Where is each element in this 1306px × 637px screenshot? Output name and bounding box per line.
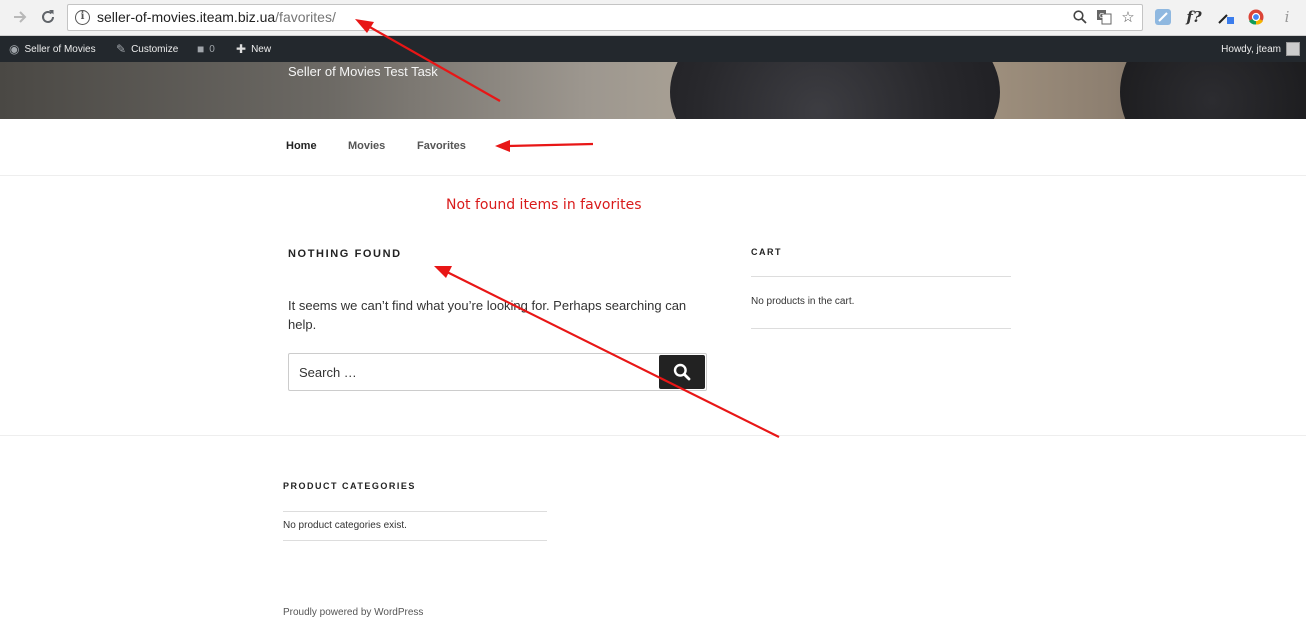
comments-count: 0 <box>209 43 215 55</box>
menu-item-movies[interactable]: Movies <box>348 140 385 152</box>
info-italic-icon[interactable]: i <box>1276 6 1298 28</box>
browser-toolbar: i seller-of-movies.iteam.biz.ua/favorite… <box>0 0 1306 36</box>
magnifier-icon[interactable] <box>1072 8 1088 26</box>
site-description: Seller of Movies Test Task <box>288 64 438 79</box>
url-path: /favorites/ <box>275 9 336 25</box>
new-label: New <box>251 43 272 55</box>
menu-item-favorites[interactable]: Favorites <box>417 140 466 152</box>
powered-by-link[interactable]: Proudly powered by WordPress <box>283 607 423 618</box>
cart-divider <box>751 328 1011 329</box>
forward-arrow-icon[interactable] <box>9 6 31 28</box>
header-image-shape <box>1120 62 1306 119</box>
chrome-extension-icon[interactable] <box>1245 6 1267 28</box>
address-url[interactable]: seller-of-movies.iteam.biz.ua/favorites/ <box>97 9 336 25</box>
extension-icon[interactable] <box>1152 6 1174 28</box>
customize-label: Customize <box>131 43 179 55</box>
admin-bar: ◉ Seller of Movies ✎ Customize ■ 0 ✚ New… <box>0 36 1306 62</box>
brush-icon: ✎ <box>116 42 127 56</box>
plus-icon: ✚ <box>236 42 247 56</box>
address-bar[interactable]: i seller-of-movies.iteam.biz.ua/favorite… <box>67 4 1143 31</box>
search-button[interactable] <box>659 355 705 389</box>
cart-empty-message: No products in the cart. <box>751 296 855 307</box>
comments-link[interactable]: ■ 0 <box>197 36 215 62</box>
primary-menu: Home Movies Favorites <box>0 119 1306 176</box>
font-extension-label: f? <box>1186 8 1202 26</box>
reload-icon[interactable] <box>37 6 59 28</box>
page-title: NOTHING FOUND <box>288 248 402 260</box>
categories-divider <box>283 511 547 512</box>
admin-site-link[interactable]: ◉ Seller of Movies <box>9 36 96 62</box>
url-host: seller-of-movies.iteam.biz.ua <box>97 9 276 25</box>
my-account-link[interactable]: Howdy, jteam <box>1221 36 1300 62</box>
howdy-label: Howdy, jteam <box>1221 43 1281 55</box>
footer-divider <box>0 435 1306 436</box>
avatar <box>1286 42 1300 56</box>
customize-link[interactable]: ✎ Customize <box>116 36 178 62</box>
cart-divider <box>751 276 1011 277</box>
favorites-notice: Not found items in favorites <box>446 197 642 213</box>
dashboard-icon: ◉ <box>9 42 20 56</box>
new-content-link[interactable]: ✚ New <box>236 36 271 62</box>
comment-icon: ■ <box>197 42 205 56</box>
eyedropper-icon[interactable] <box>1214 6 1236 28</box>
admin-site-name: Seller of Movies <box>24 43 96 55</box>
star-icon[interactable]: ☆ <box>1120 8 1136 26</box>
page-content-text: It seems we can’t find what you’re looki… <box>288 298 687 332</box>
categories-divider <box>283 540 547 541</box>
annotation-arrow <box>434 266 780 438</box>
menu-item-home[interactable]: Home <box>286 140 317 152</box>
translate-icon[interactable]: G <box>1096 8 1112 26</box>
header-image: Seller of Movies Test Task <box>0 62 1306 119</box>
search-form <box>288 353 707 391</box>
info-icon[interactable]: i <box>75 10 90 25</box>
search-icon <box>673 363 691 381</box>
product-categories-title: PRODUCT CATEGORIES <box>283 481 416 491</box>
header-image-shape <box>670 62 1000 119</box>
search-input[interactable] <box>289 354 661 390</box>
categories-empty-message: No product categories exist. <box>283 520 407 531</box>
svg-text:G: G <box>1099 12 1104 20</box>
cart-widget-title: CART <box>751 247 782 257</box>
font-extension-icon[interactable]: f? <box>1183 6 1205 28</box>
